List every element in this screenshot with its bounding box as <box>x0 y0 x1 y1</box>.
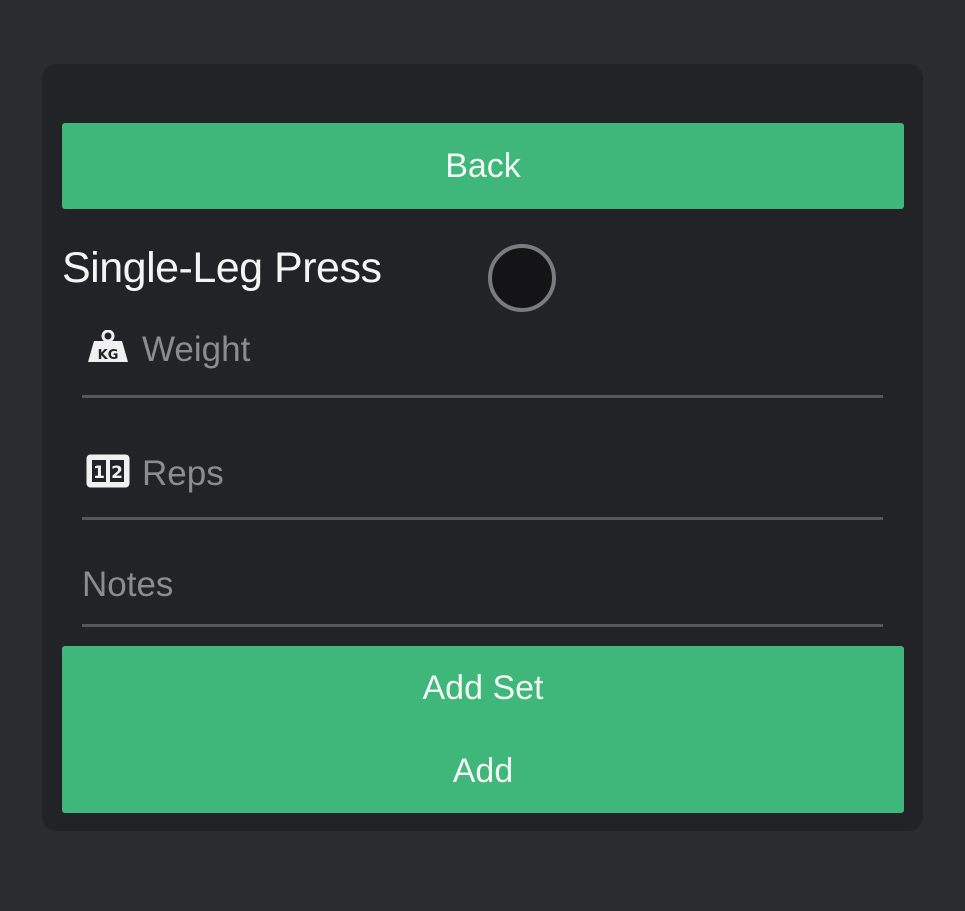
notes-field[interactable]: Notes <box>82 556 883 627</box>
add-set-button[interactable]: Add Set <box>62 646 904 730</box>
reps-placeholder: Reps <box>142 454 224 493</box>
weight-field[interactable]: KG Weight <box>82 320 883 398</box>
add-button[interactable]: Add <box>62 730 904 813</box>
exercise-card: Back Single-Leg Press KG Weight 1 2 Reps… <box>42 64 923 831</box>
kg-weight-icon: KG <box>88 330 128 363</box>
svg-text:1: 1 <box>93 463 105 483</box>
weight-placeholder: Weight <box>142 330 251 369</box>
svg-text:KG: KG <box>98 348 119 363</box>
back-button[interactable]: Back <box>62 123 904 209</box>
reps-counter-icon: 1 2 <box>86 454 130 488</box>
notes-placeholder: Notes <box>82 565 174 604</box>
svg-text:2: 2 <box>111 463 123 483</box>
reps-field[interactable]: 1 2 Reps <box>82 440 883 520</box>
exercise-title: Single-Leg Press <box>62 244 382 292</box>
completion-toggle[interactable] <box>488 244 556 312</box>
